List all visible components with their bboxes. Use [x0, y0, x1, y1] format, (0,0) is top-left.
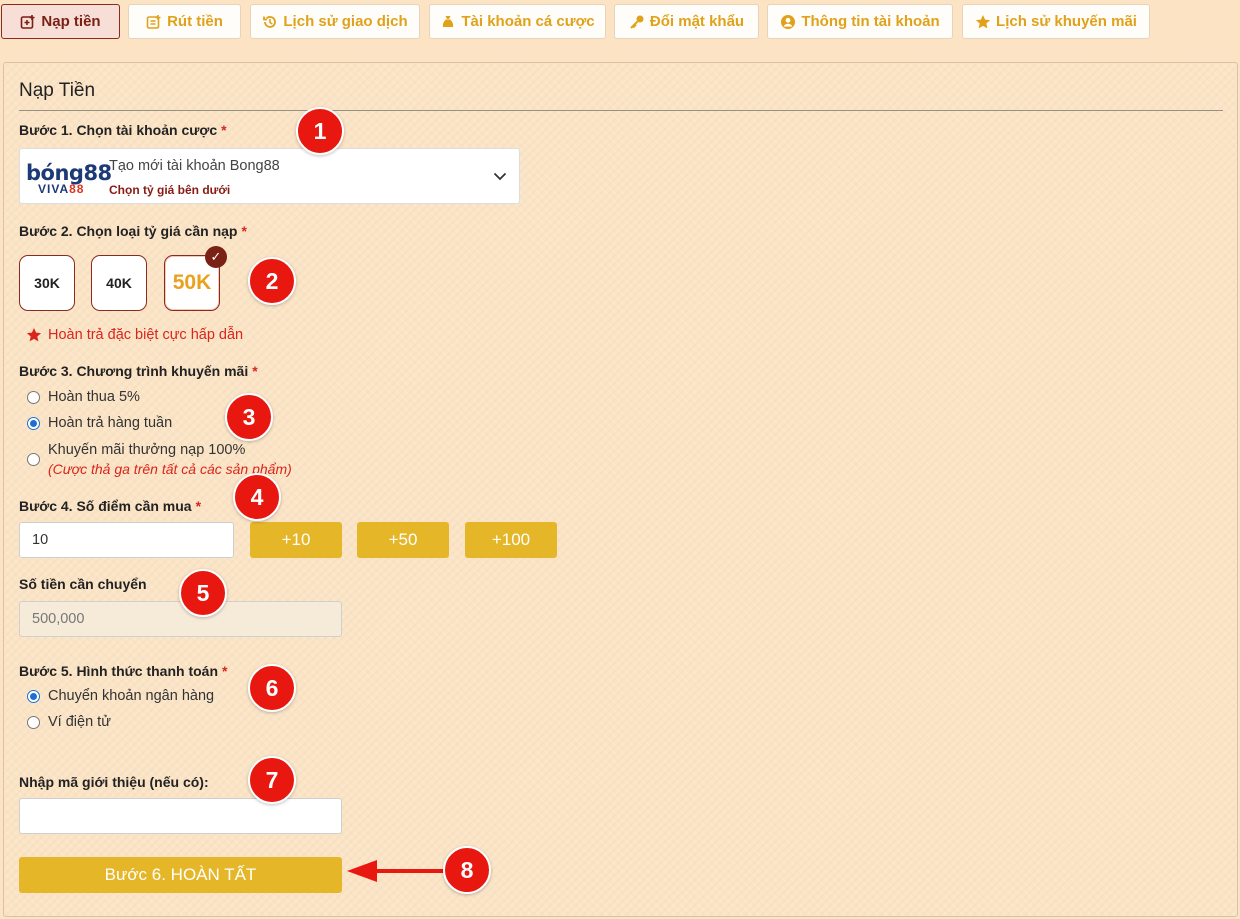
- complete-button[interactable]: Bước 6. HOÀN TẤT: [19, 857, 342, 893]
- step4-label: Bước 4. Số điểm cần mua *: [19, 498, 202, 514]
- withdraw-icon: [146, 14, 161, 29]
- tab-label: Lịch sử giao dịch: [283, 13, 408, 30]
- promo-option-label: Khuyến mãi thưởng nạp 100%: [48, 442, 246, 458]
- promo-radio-weekly-refund[interactable]: [27, 417, 40, 430]
- step-marker-1: 1: [296, 107, 344, 155]
- arrow-left-icon: [347, 860, 452, 882]
- step1-label: Bước 1. Chọn tài khoản cược *: [19, 122, 227, 138]
- tab-change-password[interactable]: Đổi mật khẩu: [614, 4, 759, 39]
- step-marker-4: 4: [233, 473, 281, 521]
- select-value: Tạo mới tài khoản Bong88: [109, 158, 280, 174]
- promo-option-label: Hoàn trả hàng tuần: [48, 415, 173, 431]
- rate-option-30k[interactable]: 30K: [19, 255, 75, 311]
- payment-radio-ewallet[interactable]: [27, 716, 40, 729]
- tab-label: Lịch sử khuyến mãi: [996, 13, 1137, 30]
- tab-betting-account[interactable]: Tài khoản cá cược: [429, 4, 606, 39]
- required-mark: *: [252, 363, 258, 379]
- page-title: Nạp Tiền: [19, 80, 96, 101]
- star-icon: [26, 328, 42, 342]
- step-marker-8: 8: [443, 846, 491, 894]
- key-icon: [630, 15, 644, 29]
- step5-label: Bước 5. Hình thức thanh toán *: [19, 663, 228, 679]
- payment-option-label: Ví điện tử: [48, 714, 111, 730]
- star-icon: [975, 14, 991, 28]
- user-circle-icon: [781, 14, 796, 29]
- bong88-logo: bóng88 VIVA88: [26, 161, 112, 196]
- select-subtext: Chọn tỷ giá bên dưới: [109, 183, 231, 197]
- tab-promotion-history[interactable]: Lịch sử khuyến mãi: [962, 4, 1150, 39]
- amount-label: Số tiền cần chuyển: [19, 576, 147, 592]
- required-mark: *: [221, 122, 227, 138]
- tab-withdraw[interactable]: Rút tiền: [128, 4, 241, 39]
- step-marker-3: 3: [225, 393, 273, 441]
- title-divider: [19, 110, 1223, 111]
- step2-label: Bước 2. Chọn loại tỷ giá cần nạp *: [19, 223, 247, 239]
- tab-label: Nạp tiền: [41, 13, 101, 30]
- points-input[interactable]: 10: [19, 522, 234, 558]
- amount-field: 500,000: [19, 601, 342, 637]
- payment-radio-bank-transfer[interactable]: [27, 690, 40, 703]
- promo-radio-loss-refund[interactable]: [27, 391, 40, 404]
- step-marker-7: 7: [248, 756, 296, 804]
- promo-option-label: Hoàn thua 5%: [48, 389, 140, 405]
- tab-label: Thông tin tài khoản: [801, 13, 940, 30]
- step-marker-2: 2: [248, 257, 296, 305]
- top-tab-bar: Nạp tiền Rút tiền Lịch sử giao dịch Tài …: [0, 4, 1240, 40]
- moneybag-icon: [443, 15, 454, 27]
- tab-account-info[interactable]: Thông tin tài khoản: [767, 4, 953, 39]
- referral-label: Nhập mã giới thiệu (nếu có):: [19, 774, 209, 790]
- add-10-button[interactable]: +10: [250, 522, 342, 558]
- tab-transaction-history[interactable]: Lịch sử giao dịch: [250, 4, 420, 39]
- payment-option-label: Chuyển khoản ngân hàng: [48, 688, 215, 704]
- chevron-down-icon: [493, 172, 507, 181]
- step-marker-5: 5: [179, 569, 227, 617]
- special-refund-note: Hoàn trả đặc biệt cực hấp dẫn: [26, 327, 243, 343]
- deposit-panel: Nạp Tiền Bước 1. Chọn tài khoản cược * bó…: [3, 62, 1238, 917]
- betting-account-select[interactable]: bóng88 VIVA88 Tạo mới tài khoản Bong88 C…: [19, 148, 520, 204]
- required-mark: *: [241, 223, 247, 239]
- step-marker-6: 6: [248, 664, 296, 712]
- selected-check-icon: ✓: [205, 246, 227, 268]
- rate-option-40k[interactable]: 40K: [91, 255, 147, 311]
- deposit-icon: [21, 14, 35, 29]
- promo-radio-deposit-bonus[interactable]: [27, 453, 40, 466]
- add-100-button[interactable]: +100: [465, 522, 557, 558]
- required-mark: *: [222, 663, 228, 679]
- tab-deposit[interactable]: Nạp tiền: [1, 4, 120, 39]
- tab-label: Tài khoản cá cược: [461, 13, 595, 30]
- tab-label: Rút tiền: [167, 13, 223, 30]
- step3-label: Bước 3. Chương trình khuyến mãi *: [19, 363, 258, 379]
- required-mark: *: [195, 498, 202, 514]
- referral-code-input[interactable]: [19, 798, 342, 834]
- history-icon: [263, 15, 277, 28]
- add-50-button[interactable]: +50: [357, 522, 449, 558]
- tab-label: Đổi mật khẩu: [649, 13, 745, 30]
